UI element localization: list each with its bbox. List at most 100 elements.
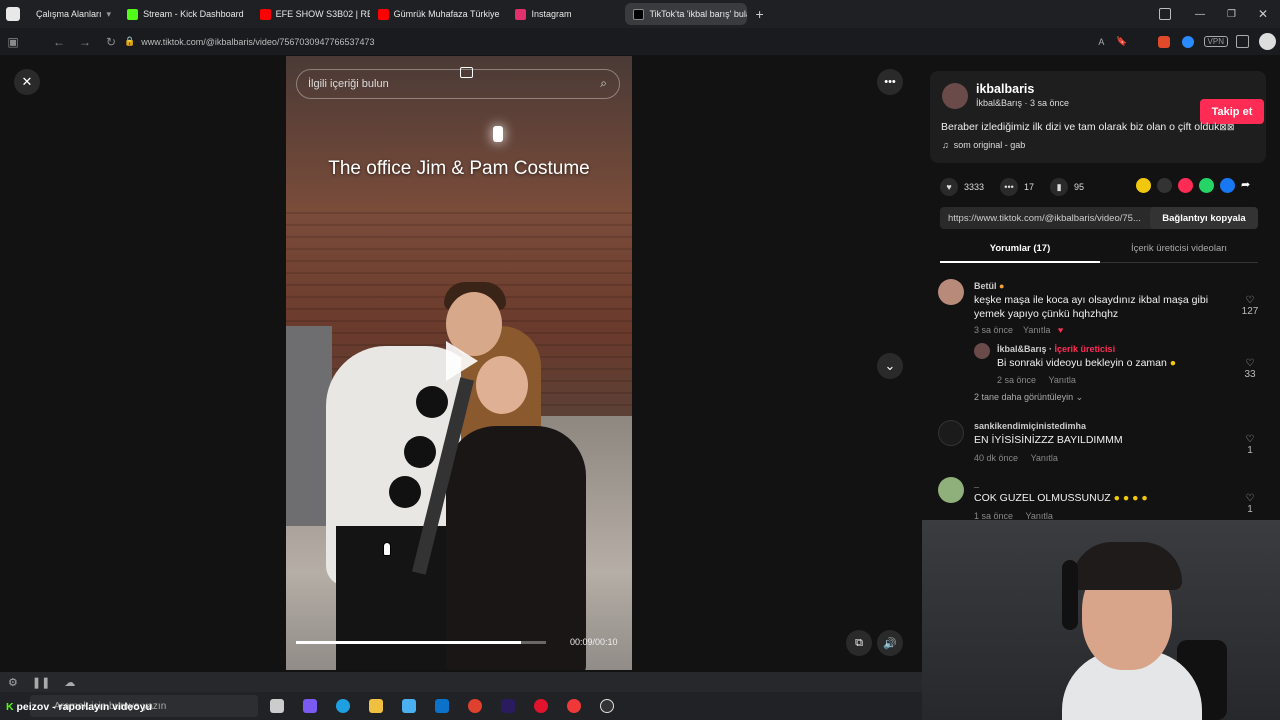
whatsapp-icon[interactable] [1199,178,1214,193]
copilot-icon[interactable] [303,699,317,713]
author-username[interactable]: ikbalbaris [976,82,1034,96]
bookmark-icon[interactable]: 🔖 [1116,36,1127,47]
url-field[interactable]: www.tiktok.com/@ikbalbaris/video/7567030… [141,37,741,47]
video-progress-bar[interactable] [296,641,546,644]
os-taskbar: ⚙ ❚❚ ☁ Aramak için buraya yazın K peizov… [0,672,922,720]
like-icon[interactable]: ♥ [940,178,958,196]
reply-author[interactable]: İkbal&Barış [997,344,1047,354]
video-search-input[interactable]: İlgili içeriği bulun [308,78,389,90]
extension-icon-2[interactable] [1181,35,1194,48]
author-avatar[interactable] [942,83,968,109]
miniplayer-icon[interactable] [460,67,473,78]
vpn-button[interactable]: VPN [1203,36,1228,47]
back-icon[interactable]: ← [46,35,72,49]
video-player[interactable]: İlgili içeriği bulun ⌕ The office Jim & … [286,56,632,670]
comment-like[interactable]: ♡ 1 [1240,434,1260,456]
pause-icon[interactable]: ❚❚ [32,676,50,689]
reply-item: İkbal&Barış · İçerik üreticisi Bi sonrak… [997,344,1177,385]
settings-icon[interactable]: ⚙ [8,676,18,689]
vivaldi-menu-icon[interactable] [6,7,20,21]
facebook-icon[interactable] [1220,178,1235,193]
obs-icon[interactable] [600,699,614,713]
save-count: 95 [1074,182,1085,192]
reply-button[interactable]: Yanıtla [1023,325,1050,335]
sound-link[interactable]: ♫ som original - gab [942,140,1025,150]
extensions-icon[interactable] [1236,35,1249,48]
sidebar-toggle-icon[interactable]: ▣ [0,35,26,49]
headphones [1062,560,1078,630]
play-icon[interactable] [446,341,478,381]
premiere-icon[interactable] [501,699,515,713]
tab-creator-videos[interactable]: İçerik üreticisi videoları [1100,239,1258,263]
embed-icon[interactable] [1157,178,1172,193]
video-progress-fill [296,641,521,644]
like-count: 3333 [964,182,985,192]
commenter-avatar[interactable] [938,279,964,305]
comment-time: 3 sa önce [974,325,1014,335]
task-view-icon[interactable] [270,699,284,713]
music-note-icon: ♫ [942,140,949,150]
cloud-icon[interactable]: ☁ [64,676,75,689]
volume-button[interactable]: 🔊 [877,630,903,656]
coin-icon[interactable] [1136,178,1151,193]
send-icon[interactable] [1178,178,1193,193]
comment-icon[interactable]: ••• [1000,178,1019,196]
more-options-button[interactable]: ••• [877,69,903,95]
copy-link-button[interactable]: Bağlantıyı kopyala [1150,207,1258,229]
minimize-button[interactable]: — [1195,9,1205,20]
profile-avatar[interactable] [1259,33,1276,50]
edge-icon[interactable] [336,699,350,713]
comment-like[interactable]: ♡ 1 [1240,493,1260,515]
search-icon[interactable]: ⌕ [600,76,607,91]
new-tab-button[interactable]: + [755,6,763,22]
vivaldi-icon[interactable] [567,699,581,713]
reply-button[interactable]: Yanıtla [1049,375,1076,385]
comment-like[interactable]: ♡ 127 [1240,295,1260,317]
tab-workspaces[interactable]: Çalışma Alanları ▾ [28,3,119,25]
comment-text: EN İYİSİSİNİZZZ BAYILDIMMM [974,434,1123,446]
comment-count: 17 [1024,182,1035,192]
tab-tiktok[interactable]: TikTok'ta 'ikbal barış' bulab [625,3,748,25]
tab-comments[interactable]: Yorumlar (17) [940,239,1100,263]
opera-icon[interactable] [534,699,548,713]
pip-button[interactable]: ⧉ [846,630,872,656]
commenter-name[interactable]: _ [974,477,1224,491]
share-icons: ➦ [1136,178,1250,193]
maximize-button[interactable]: ❐ [1227,9,1236,20]
video-search-bar[interactable]: İlgili içeriği bulun ⌕ [296,69,620,99]
tab-gumruk[interactable]: Gümrük Muhafaza Türkiye [370,3,508,25]
extension-icon[interactable] [1157,35,1170,48]
site-info-icon[interactable]: 🔒 [124,36,135,47]
share-arrow-icon[interactable]: ➦ [1241,178,1250,193]
reply-avatar[interactable] [974,343,990,359]
commenter-avatar[interactable] [938,420,964,446]
comment-time: 40 dk önce [974,453,1019,463]
tab-list-icon[interactable] [1158,8,1171,20]
reply-button[interactable]: Yanıtla [1031,453,1058,463]
tab-kick[interactable]: Stream - Kick Dashboard [119,3,252,25]
bookmark-icon[interactable]: ▮ [1050,178,1069,196]
reload-icon[interactable]: ↻ [98,35,124,49]
instagram-icon [515,8,527,20]
forward-icon[interactable]: → [72,35,98,49]
mouse-cursor-icon [383,542,391,556]
commenter-name[interactable]: sankikendimiçinistedimha [974,419,1224,433]
comment-like[interactable]: ♡ 33 [1240,358,1260,380]
close-window-button[interactable]: ✕ [1258,7,1268,21]
store-icon[interactable] [402,699,416,713]
translate-icon[interactable]: A [1098,37,1104,47]
tab-efe-show[interactable]: EFE SHOW S3B02 | REYNM [252,3,370,25]
next-video-button[interactable]: ⌄ [877,353,903,379]
video-link[interactable]: https://www.tiktok.com/@ikbalbaris/video… [948,213,1141,224]
chrome-icon[interactable] [468,699,482,713]
view-more-replies[interactable]: 2 tane daha görüntüleyin ⌄ [974,392,1083,403]
video-time: 00:09/00:10 [570,637,618,647]
commenter-name[interactable]: Betül [974,281,997,291]
close-video-button[interactable]: ✕ [14,69,40,95]
file-explorer-icon[interactable] [369,699,383,713]
tab-instagram[interactable]: Instagram [507,3,625,25]
outlook-icon[interactable] [435,699,449,713]
commenter-avatar[interactable] [938,477,964,503]
video-title-overlay: The office Jim & Pam Costume [328,158,590,179]
woman-figure [446,426,586,670]
